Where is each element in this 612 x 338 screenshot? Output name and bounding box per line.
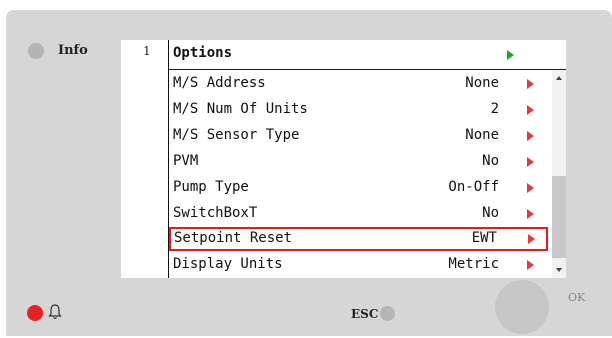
forward-arrow-icon[interactable] (507, 50, 514, 60)
row-label: M/S Sensor Type (173, 127, 300, 143)
row-value: On-Off (448, 179, 499, 195)
row-label: Display Units (173, 256, 283, 272)
row-label: Pump Type (173, 179, 249, 195)
menu-row-pvm[interactable]: PVM No (169, 151, 549, 173)
row-label: PVM (173, 153, 199, 169)
submenu-arrow-icon (527, 260, 534, 270)
row-label: M/S Address (173, 75, 266, 91)
bell-icon[interactable] (48, 303, 62, 321)
row-value: Metric (448, 256, 499, 272)
row-value: No (482, 205, 499, 221)
menu-header: Options (169, 40, 566, 70)
ok-knob-icon[interactable] (495, 280, 549, 334)
row-label: Setpoint Reset (174, 230, 293, 246)
row-label: SwitchBoxT (173, 205, 258, 221)
menu-row-ms-sensor-type[interactable]: M/S Sensor Type None (169, 125, 549, 147)
esc-led-icon[interactable] (380, 306, 395, 321)
line-number: 1 (143, 44, 151, 58)
row-value: 2 (490, 101, 499, 117)
submenu-arrow-icon (527, 131, 534, 141)
menu-title: Options (173, 45, 233, 61)
menu-row-ms-num-of-units[interactable]: M/S Num Of Units 2 (169, 99, 549, 121)
menu-row-switchboxt[interactable]: SwitchBoxT No (169, 203, 549, 225)
scroll-up-icon[interactable] (556, 76, 562, 80)
scroll-down-icon[interactable] (556, 268, 562, 272)
submenu-arrow-icon (528, 234, 535, 244)
scroll-thumb[interactable] (552, 176, 566, 258)
info-label: Info (58, 43, 88, 58)
ok-label: OK (568, 291, 586, 304)
menu-row-pump-type[interactable]: Pump Type On-Off (169, 177, 549, 199)
row-value: None (465, 75, 499, 91)
menu-row-display-units[interactable]: Display Units Metric (169, 254, 549, 276)
submenu-arrow-icon (527, 105, 534, 115)
lcd-screen: 1 Options M/S Address None M/S Num Of Un… (121, 40, 566, 278)
submenu-arrow-icon (527, 183, 534, 193)
row-value: EWT (471, 230, 497, 246)
row-value: No (482, 153, 499, 169)
submenu-arrow-icon (527, 209, 534, 219)
menu-row-setpoint-reset[interactable]: Setpoint Reset EWT (169, 227, 548, 251)
esc-label: ESC (351, 307, 379, 321)
row-label: M/S Num Of Units (173, 101, 308, 117)
menu-row-ms-address[interactable]: M/S Address None (169, 73, 549, 95)
submenu-arrow-icon (527, 157, 534, 167)
row-value: None (465, 127, 499, 143)
scrollbar[interactable] (552, 70, 566, 278)
info-led-icon[interactable] (28, 43, 44, 59)
alarm-led-icon[interactable] (27, 305, 43, 321)
submenu-arrow-icon (527, 79, 534, 89)
